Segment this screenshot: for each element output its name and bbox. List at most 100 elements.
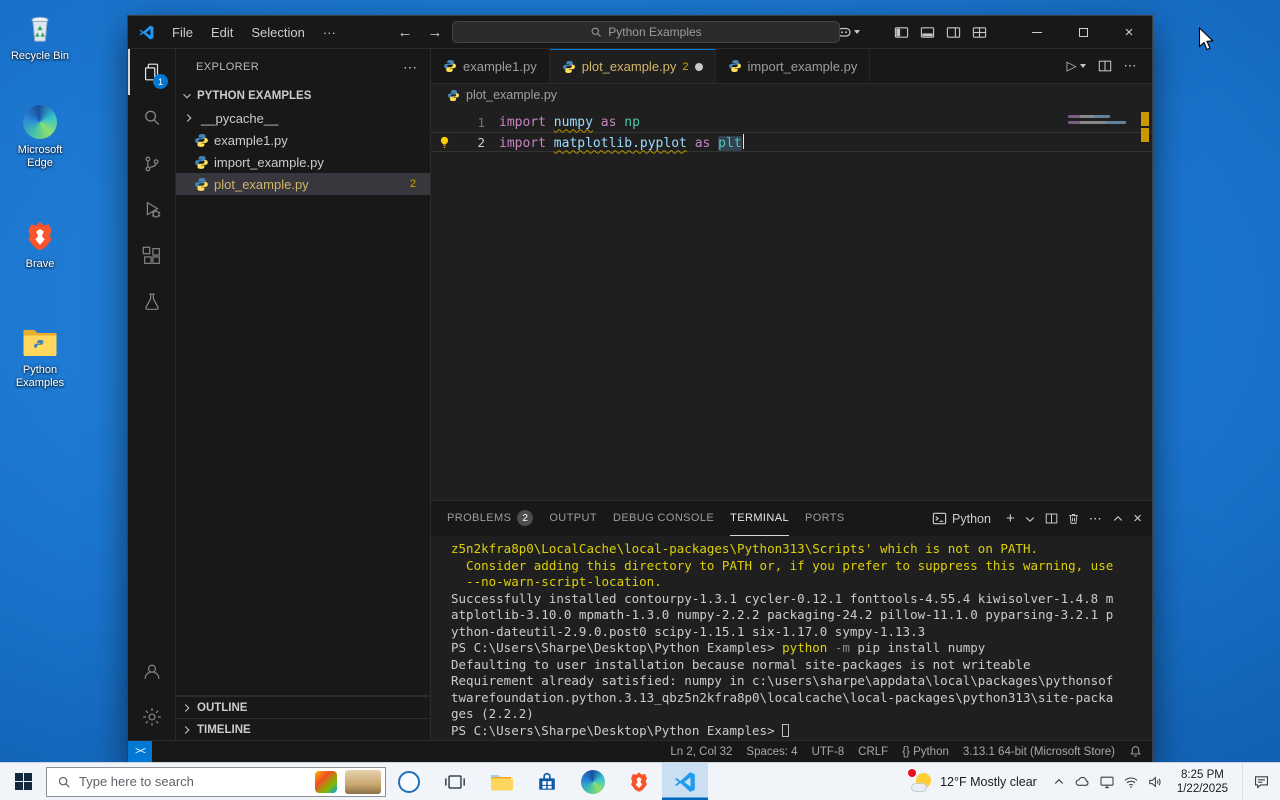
activity-search-button[interactable] bbox=[128, 95, 175, 141]
search-highlight-image-icon[interactable] bbox=[345, 769, 381, 794]
taskbar-brave-button[interactable] bbox=[616, 763, 662, 800]
clock-time: 8:25 PM bbox=[1181, 768, 1224, 781]
tree-item-import-example[interactable]: import_example.py bbox=[176, 151, 430, 173]
desktop-icon-edge[interactable]: Microsoft Edge bbox=[4, 104, 76, 170]
terminal-line: Defaulting to user installation because … bbox=[451, 656, 1031, 672]
taskbar-search[interactable] bbox=[46, 766, 386, 797]
status-language-mode[interactable]: {} Python bbox=[902, 746, 949, 758]
taskbar-store-button[interactable] bbox=[524, 763, 570, 800]
notifications-bell-icon[interactable] bbox=[1129, 745, 1142, 758]
tab-plot-example[interactable]: plot_example.py 2 bbox=[549, 49, 716, 83]
activity-extensions-button[interactable] bbox=[128, 233, 175, 279]
close-button[interactable]: × bbox=[1106, 16, 1152, 48]
tab-example1[interactable]: example1.py bbox=[431, 49, 550, 83]
tab-terminal[interactable]: TERMINAL bbox=[730, 501, 789, 536]
toggle-secondary-sidebar-button[interactable] bbox=[940, 25, 966, 40]
maximize-button[interactable] bbox=[1060, 16, 1106, 48]
breadcrumb[interactable]: plot_example.py bbox=[431, 84, 1152, 106]
vscode-logo-icon bbox=[138, 24, 155, 41]
action-center-button[interactable] bbox=[1242, 763, 1280, 800]
tab-output[interactable]: OUTPUT bbox=[549, 501, 597, 536]
taskbar-task-view-button[interactable] bbox=[432, 763, 478, 800]
code-editor[interactable]: 1 import numpy as np 2 import matplotlib.py… bbox=[431, 106, 1152, 500]
tray-network-icon[interactable] bbox=[1119, 763, 1143, 800]
timeline-section-header[interactable]: TIMELINE bbox=[176, 718, 430, 740]
panel-more-actions-button[interactable]: ⋯ bbox=[1089, 511, 1104, 527]
terminal-line: PS C:\Users\Sharpe\Desktop\Python Exampl… bbox=[451, 723, 1152, 740]
tray-show-hidden-icons-button[interactable] bbox=[1047, 763, 1071, 800]
split-terminal-button[interactable] bbox=[1045, 512, 1058, 525]
activity-settings-button[interactable] bbox=[128, 694, 175, 740]
search-highlight-icon[interactable] bbox=[315, 770, 337, 793]
explorer-section-header[interactable]: PYTHON EXAMPLES bbox=[176, 85, 430, 107]
taskbar-cortana-button[interactable] bbox=[386, 763, 432, 800]
tab-ports[interactable]: PORTS bbox=[805, 501, 845, 536]
taskbar-file-explorer-button[interactable] bbox=[478, 763, 524, 800]
activity-accounts-button[interactable] bbox=[128, 648, 175, 694]
editor-more-actions-button[interactable]: ⋯ bbox=[1120, 58, 1143, 74]
tab-problems[interactable]: PROBLEMS 2 bbox=[447, 501, 534, 536]
menu-selection[interactable]: Selection bbox=[242, 25, 313, 40]
status-indentation[interactable]: Spaces: 4 bbox=[746, 746, 797, 758]
new-terminal-button[interactable]: + bbox=[1006, 511, 1015, 526]
activity-source-control-button[interactable] bbox=[128, 141, 175, 187]
maximize-panel-button[interactable] bbox=[1112, 513, 1124, 525]
code-line[interactable]: 1 import numpy as np bbox=[431, 112, 1152, 132]
tray-onedrive-icon[interactable] bbox=[1071, 763, 1095, 800]
terminal-shell-entry[interactable]: Python bbox=[932, 511, 991, 526]
status-python-interpreter[interactable]: 3.13.1 64-bit (Microsoft Store) bbox=[963, 746, 1115, 758]
menu-edit[interactable]: Edit bbox=[202, 25, 242, 40]
taskbar-search-input[interactable] bbox=[79, 774, 307, 789]
outline-section-header[interactable]: OUTLINE bbox=[176, 696, 430, 718]
python-terminal-icon bbox=[932, 512, 947, 525]
activity-testing-button[interactable] bbox=[128, 279, 175, 325]
tab-debug-console[interactable]: DEBUG CONSOLE bbox=[613, 501, 714, 536]
activity-run-debug-button[interactable] bbox=[128, 187, 175, 233]
remote-indicator[interactable]: >< bbox=[128, 741, 152, 762]
close-panel-button[interactable]: × bbox=[1133, 511, 1142, 526]
customize-layout-button[interactable] bbox=[966, 25, 992, 40]
status-encoding[interactable]: UTF-8 bbox=[812, 746, 845, 758]
command-center-search[interactable]: Python Examples bbox=[452, 21, 840, 43]
activity-explorer-button[interactable]: 1 bbox=[128, 49, 175, 95]
desktop-icon-python-examples[interactable]: Python Examples bbox=[4, 324, 76, 390]
minimize-button[interactable] bbox=[1014, 16, 1060, 48]
terminal-dropdown-button[interactable] bbox=[1024, 513, 1036, 525]
more-actions-icon[interactable]: ⋯ bbox=[403, 59, 418, 76]
kill-terminal-button[interactable] bbox=[1067, 512, 1080, 525]
terminal-output[interactable]: z5n2kfra8p0\LocalCache\local-packages\Py… bbox=[431, 536, 1152, 740]
split-editor-button[interactable] bbox=[1094, 59, 1116, 73]
back-button[interactable]: ← bbox=[394, 24, 416, 41]
status-eol[interactable]: CRLF bbox=[858, 746, 888, 758]
menu-more[interactable]: ··· bbox=[314, 25, 345, 40]
chevron-up-icon bbox=[1114, 515, 1123, 521]
python-file-icon bbox=[195, 133, 208, 147]
tray-display-icon[interactable] bbox=[1095, 763, 1119, 800]
desktop-icon-label: Microsoft Edge bbox=[17, 144, 63, 169]
taskbar-vscode-button[interactable] bbox=[662, 763, 708, 800]
forward-button[interactable]: → bbox=[424, 24, 446, 41]
chevron-down-icon bbox=[1025, 516, 1034, 522]
tree-item-pycache[interactable]: __pycache__ bbox=[176, 107, 430, 129]
start-button[interactable] bbox=[0, 763, 46, 800]
tray-volume-icon[interactable] bbox=[1143, 763, 1167, 800]
toggle-primary-sidebar-button[interactable] bbox=[888, 25, 914, 40]
minimap[interactable] bbox=[1064, 108, 1136, 500]
search-icon bbox=[591, 27, 602, 37]
split-editor-icon bbox=[1098, 60, 1111, 72]
taskbar-weather[interactable]: 12°F Mostly clear bbox=[901, 763, 1047, 800]
toggle-panel-button[interactable] bbox=[914, 25, 940, 40]
overview-ruler[interactable] bbox=[1138, 106, 1152, 500]
run-python-file-button[interactable]: ▷ bbox=[1063, 58, 1090, 74]
status-cursor-position[interactable]: Ln 2, Col 32 bbox=[670, 746, 732, 758]
menu-file[interactable]: File bbox=[163, 25, 202, 40]
taskbar-clock[interactable]: 8:25 PM 1/22/2025 bbox=[1167, 768, 1238, 796]
desktop-icon-recycle-bin[interactable]: Recycle Bin bbox=[4, 10, 76, 63]
code-line[interactable]: 2 import matplotlib.pyplot as plt bbox=[431, 132, 1152, 152]
tab-import-example[interactable]: import_example.py bbox=[715, 49, 871, 83]
tree-item-example1[interactable]: example1.py bbox=[176, 129, 430, 151]
unsaved-dot-icon[interactable] bbox=[694, 62, 703, 71]
tree-item-plot-example[interactable]: plot_example.py 2 bbox=[176, 173, 430, 195]
taskbar-edge-button[interactable] bbox=[570, 763, 616, 800]
desktop-icon-brave[interactable]: Brave bbox=[4, 218, 76, 271]
